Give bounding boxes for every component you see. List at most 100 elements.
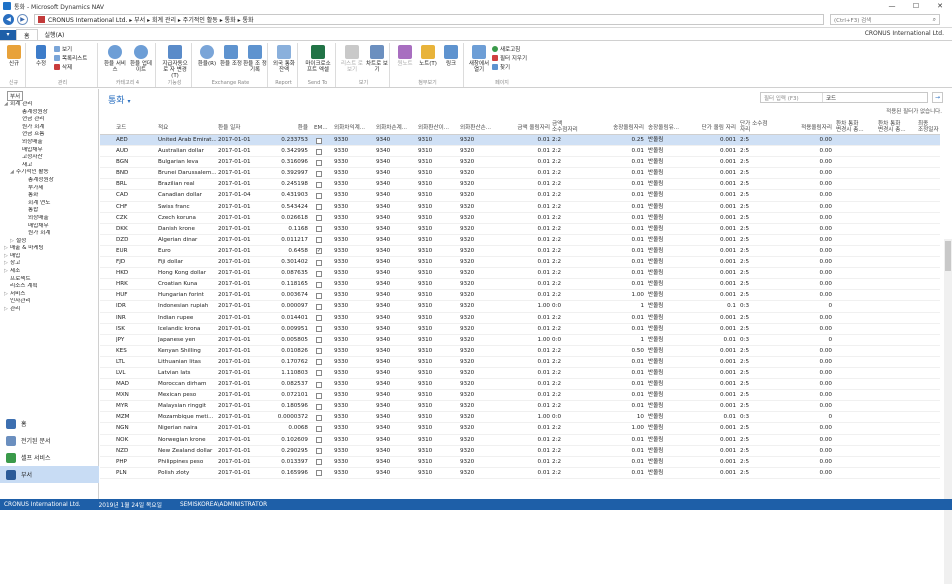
new-button[interactable]: 신규 [2,45,26,67]
nav-item[interactable]: ◢ 회계 관리 [0,101,99,109]
view-button[interactable]: 보기 [54,45,72,53]
chart-view-button[interactable]: 차트로 보기 [364,45,390,73]
column-header[interactable]: 환율 일자 [218,125,258,131]
table-row[interactable]: BGN Bulgarian leva 2017-01-01 0.316096 9330 9… [100,157,940,169]
new-window-button[interactable]: 새창에서 열기 [466,45,492,73]
emu-checkbox[interactable] [316,348,322,355]
excel-button[interactable]: 마이크로소프트 엑셀 [304,45,332,73]
table-row[interactable]: LVL Latvian lats 2017-01-01 1.110803 9330 934… [100,368,940,380]
nav-item[interactable]: 고정자산 [0,154,99,162]
nav-item[interactable]: 외상매출 [0,215,99,223]
emu-checkbox[interactable] [316,448,322,455]
close-button[interactable]: ✕ [928,0,952,12]
nav-item[interactable]: 통화 [0,192,99,200]
table-row[interactable]: MXN Mexican peso 2017-01-01 0.072101 9330 934… [100,390,940,402]
emu-checkbox[interactable] [316,237,322,244]
table-row[interactable]: LTL Lithuanian litas 2017-01-01 0.170762 933… [100,357,940,368]
emu-checkbox[interactable] [316,359,322,366]
column-header[interactable]: 환차 통화 변경시 총... [878,121,912,133]
emu-checkbox[interactable] [316,215,322,222]
nav-item[interactable]: 외상매출 [0,139,99,147]
column-header[interactable]: 최종 조정일자 [918,121,940,133]
emu-checkbox[interactable] [316,403,322,410]
nav-item[interactable]: 인사관리 [0,298,99,306]
column-header[interactable]: 금액 소수점자리 [552,121,582,133]
emu-checkbox[interactable] [316,370,322,377]
column-header[interactable]: 적요 [158,125,216,131]
emu-checkbox[interactable] [316,137,322,144]
emu-checkbox[interactable] [316,259,322,266]
emu-checkbox[interactable] [316,170,322,177]
column-header[interactable]: 환율 [260,125,308,131]
emu-checkbox[interactable] [316,292,322,299]
column-header[interactable]: 단가 소수점 자리 [740,121,768,133]
nav-self-service-button[interactable]: 셀프 서비스 [0,449,99,466]
adjust-exchange-button[interactable]: 환율 조정 [218,45,244,67]
column-header[interactable]: 외화차익계... [334,125,368,131]
nav-item[interactable]: 총계정원장 [0,177,99,185]
column-header[interactable]: 금액 올림자리 [502,125,550,131]
column-header[interactable]: 적용올림자리 [770,125,832,131]
links-button[interactable]: 링크 [438,45,464,67]
find-button[interactable]: 찾기 [492,63,510,71]
table-row[interactable]: DZD Algerian dinar 2017-01-01 0.011217 9330 9… [100,235,940,246]
exchange-rates-button[interactable]: 환율(R) [194,45,220,67]
nav-item[interactable]: 부가세 [0,185,99,193]
column-header[interactable]: 외화환산손... [460,125,494,131]
nav-item[interactable]: ▷ 매출 & 마케팅 [0,245,99,253]
emu-checkbox[interactable] [316,437,322,444]
column-header[interactable]: 코드 [116,125,146,131]
table-row[interactable]: PHP Philippines peso 2017-01-01 0.013397 933… [100,457,940,468]
table-row[interactable]: PLN Polish zloty 2017-01-01 0.165996 9330 934… [100,468,940,479]
edit-button[interactable]: 수정 [30,45,52,67]
nav-item[interactable]: ▷ 창고 [0,260,99,268]
table-row[interactable]: IDR Indonesian rupiah 2017-01-01 0.000097 93… [100,301,940,313]
column-header[interactable]: 송장올림자리 [584,125,644,131]
emu-checkbox[interactable] [316,281,322,288]
table-row[interactable]: AUD Australian dollar 2017-01-01 0.342995 93… [100,146,940,158]
nav-item[interactable]: ◢ 주기적인 활동 [0,169,99,177]
table-row[interactable]: MYR Malaysian ringgit 2017-01-01 0.180596 93… [100,401,940,413]
list-view-button[interactable]: 리스트 로 보기 [339,45,365,73]
nav-item[interactable]: 매입채무 [0,223,99,231]
table-row[interactable]: AED United Arab Emirat... 2017-01-01 0.2337… [100,135,940,147]
emu-checkbox[interactable] [316,425,322,432]
department-label[interactable]: 부서 [7,91,24,101]
table-row[interactable]: NGN Nigerian naira 2017-01-01 0.0068 9330 934… [100,423,940,435]
nav-item[interactable]: 리소스 계획 [0,283,99,291]
table-row[interactable]: BRL Brazilian real 2017-01-01 0.245198 9330 9… [100,179,940,191]
emu-checkbox[interactable] [316,159,322,166]
table-row[interactable]: HRK Croatian Kuna 2017-01-01 0.118165 9330 93… [100,279,940,291]
nav-departments-button[interactable]: 부서 [0,466,99,483]
minimize-button[interactable]: — [880,0,904,12]
edit-list-button[interactable]: 목록리스트 [54,54,87,62]
emu-checkbox[interactable] [316,381,322,388]
nav-item[interactable]: 매입채무 [0,147,99,155]
emu-checkbox[interactable] [316,337,322,344]
forward-button[interactable]: ▶ [17,14,28,25]
nav-item[interactable]: 회계 연도 [0,200,99,208]
nav-item[interactable]: ▷ 서비스 [0,291,99,299]
table-row[interactable]: CAD Canadian dollar 2017-01-04 0.431903 9330… [100,190,940,202]
column-header[interactable]: 외화차손계... [376,125,410,131]
column-header[interactable]: 송장올림유... [648,125,682,131]
table-row[interactable]: KES Kenyan Shilling 2017-01-01 0.010826 9330… [100,346,940,357]
table-row[interactable]: CHF Swiss franc 2017-01-01 0.543424 9330 9340… [100,202,940,213]
table-row[interactable]: NZD New Zealand dollar 2017-01-01 0.290295 9… [100,446,940,457]
clear-filter-button[interactable]: 필터 지우기 [492,54,527,62]
column-header[interactable]: EM... [314,125,328,131]
emu-checkbox[interactable] [316,326,322,333]
table-row[interactable]: HKD Hong Kong dollar 2017-01-01 0.087635 933… [100,268,940,280]
maximize-button[interactable]: ☐ [904,0,928,12]
column-header[interactable]: 단가 올림 자리 [684,125,736,131]
emu-checkbox[interactable] [316,470,322,477]
adjust-exchange-log-button[interactable]: 환율 조 정 기록 [242,45,268,73]
nav-item[interactable]: 통합 [0,207,99,215]
vertical-scrollbar[interactable] [944,239,952,584]
table-row[interactable]: DKK Danish krone 2017-01-01 0.1168 9330 9340 9… [100,224,940,235]
emu-checkbox[interactable] [316,181,322,188]
emu-checkbox[interactable] [316,270,322,277]
tab-home[interactable]: 홈 [16,29,38,40]
foreign-balance-button[interactable]: 외국 통화 잔액 [271,45,297,73]
table-row[interactable]: ISK Icelandic krona 2017-01-01 0.009951 9330… [100,324,940,335]
